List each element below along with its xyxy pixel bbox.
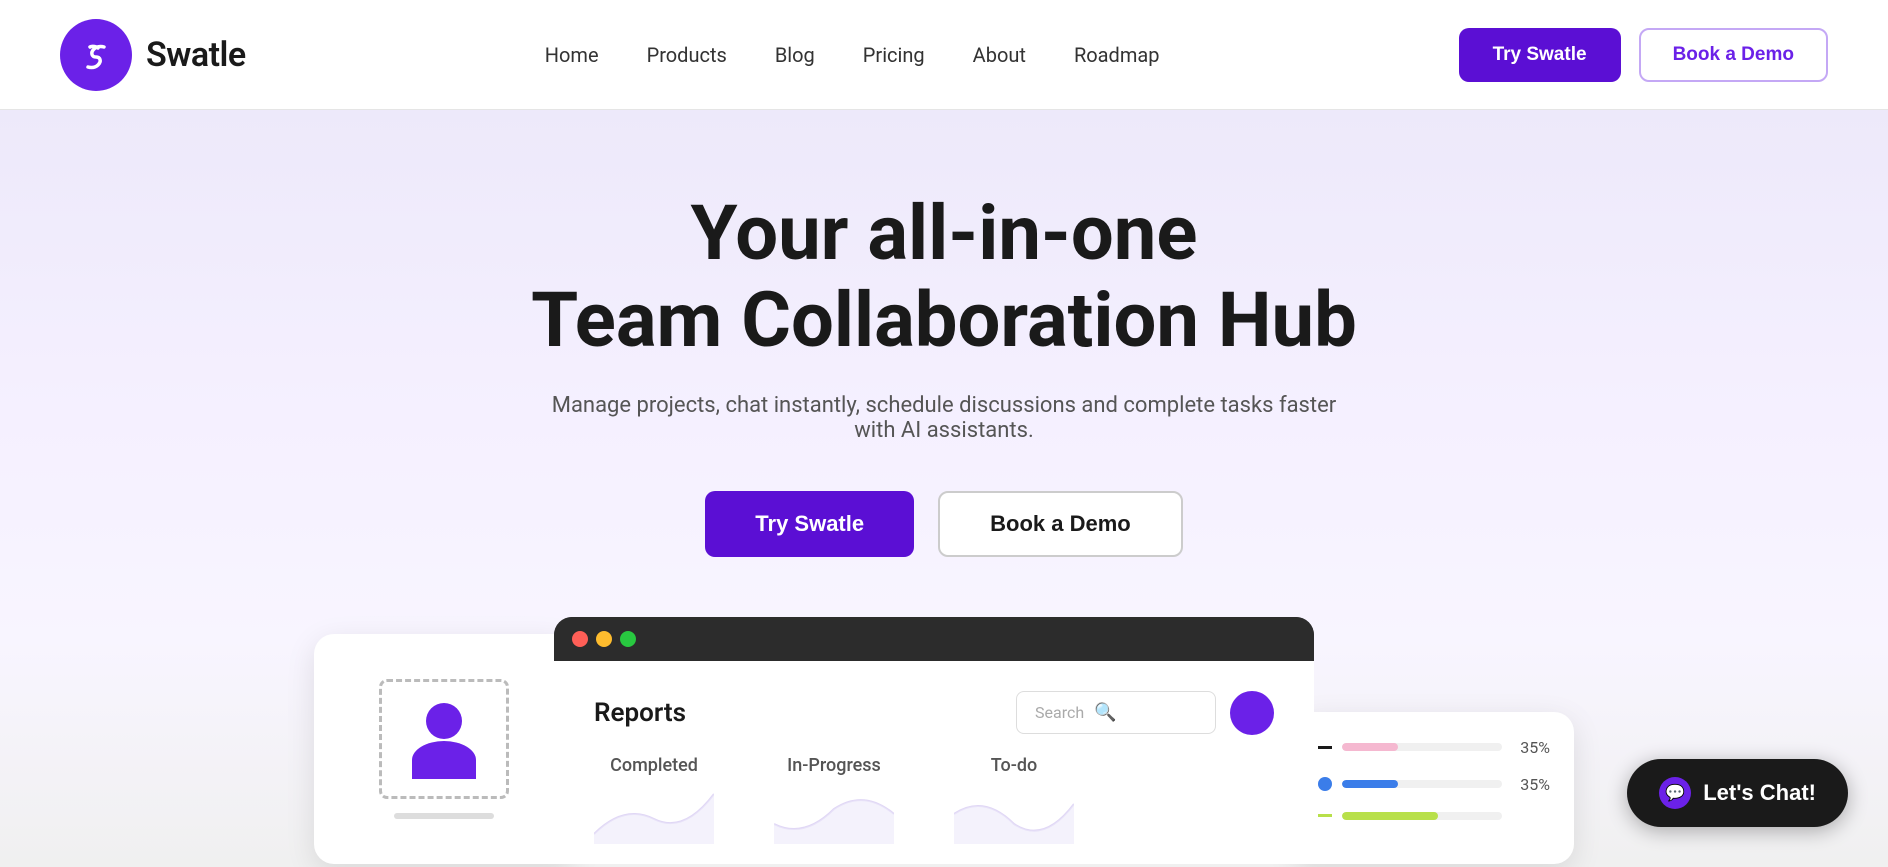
chat-button[interactable]: 💬 Let's Chat!	[1627, 759, 1848, 827]
chat-bubble-icon: 💬	[1659, 777, 1691, 809]
app-search-placeholder: Search	[1035, 703, 1084, 722]
close-dot	[572, 631, 588, 647]
nav-item-blog[interactable]: Blog	[775, 43, 815, 67]
chart-bar-track-1	[1342, 743, 1502, 751]
nav-item-home[interactable]: Home	[545, 43, 599, 67]
chart-row-2: 35%	[1318, 775, 1550, 794]
chart-row-3	[1318, 812, 1550, 820]
hero-buttons: Try Swatle Book a Demo	[705, 491, 1182, 557]
hero-subtitle: Manage projects, chat instantly, schedul…	[544, 393, 1344, 443]
chart-line-1	[1318, 746, 1332, 749]
chart-bar-track-3	[1342, 812, 1502, 820]
hero-section: Your all-in-one Team Collaboration Hub M…	[0, 110, 1888, 867]
search-icon: 🔍	[1094, 702, 1116, 723]
avatar-head	[426, 703, 462, 739]
chart-bar-fill-1	[1342, 743, 1398, 751]
avatar-body	[412, 741, 476, 779]
logo-link[interactable]: Swatle	[60, 19, 246, 91]
chart-percent-2: 35%	[1512, 775, 1550, 794]
nav-item-products[interactable]: Products	[647, 43, 727, 67]
nav-item-roadmap[interactable]: Roadmap	[1074, 43, 1160, 67]
app-reports-title: Reports	[594, 698, 686, 728]
hero-book-demo-button[interactable]: Book a Demo	[938, 491, 1183, 557]
stat-todo-label: To-do	[991, 755, 1037, 776]
maximize-dot	[620, 631, 636, 647]
nav-item-pricing[interactable]: Pricing	[863, 43, 925, 67]
nav-book-demo-button[interactable]: Book a Demo	[1639, 28, 1828, 82]
profile-avatar-icon	[404, 699, 484, 779]
main-nav: Home Products Blog Pricing About Roadmap	[545, 43, 1160, 67]
chart-panel: 35% 35%	[1294, 712, 1574, 864]
stat-todo: To-do	[954, 755, 1074, 844]
profile-frame	[379, 679, 509, 799]
hero-title: Your all-in-one Team Collaboration Hub	[531, 190, 1357, 365]
chart-line-2	[1318, 814, 1332, 817]
app-content: Reports Search 🔍 Completed	[554, 661, 1314, 864]
app-user-avatar	[1230, 691, 1274, 735]
app-stats-row: Completed In-Progress	[594, 755, 1274, 864]
logo-icon	[60, 19, 132, 91]
chart-bar-fill-2	[1342, 780, 1398, 788]
nav-try-swatle-button[interactable]: Try Swatle	[1459, 28, 1621, 82]
navbar: Swatle Home Products Blog Pricing About …	[0, 0, 1888, 110]
profile-line	[394, 813, 494, 819]
app-screenshot: Reports Search 🔍 Completed	[554, 617, 1314, 864]
stat-completed-label: Completed	[610, 755, 698, 776]
chart-bar-container-1	[1342, 743, 1502, 751]
stat-in-progress-label: In-Progress	[787, 755, 881, 776]
chart-bar-container-3	[1342, 812, 1502, 820]
app-header-row: Reports Search 🔍	[594, 691, 1274, 735]
chat-button-label: Let's Chat!	[1703, 780, 1816, 806]
profile-card	[314, 634, 574, 864]
stat-in-progress: In-Progress	[774, 755, 894, 844]
stat-completed: Completed	[594, 755, 714, 844]
minimize-dot	[596, 631, 612, 647]
chart-bar-track-2	[1342, 780, 1502, 788]
navbar-actions: Try Swatle Book a Demo	[1459, 28, 1828, 82]
hero-preview-area: Reports Search 🔍 Completed	[0, 617, 1888, 864]
chart-bar-fill-3	[1342, 812, 1438, 820]
chart-percent-1: 35%	[1512, 738, 1550, 757]
app-search-bar[interactable]: Search 🔍	[1016, 691, 1216, 734]
logo-text: Swatle	[146, 35, 246, 75]
app-titlebar	[554, 617, 1314, 661]
nav-item-about[interactable]: About	[973, 43, 1026, 67]
hero-try-swatle-button[interactable]: Try Swatle	[705, 491, 914, 557]
chart-dot-blue	[1318, 777, 1332, 791]
chart-row-1: 35%	[1318, 738, 1550, 757]
chart-bar-container-2	[1342, 780, 1502, 788]
